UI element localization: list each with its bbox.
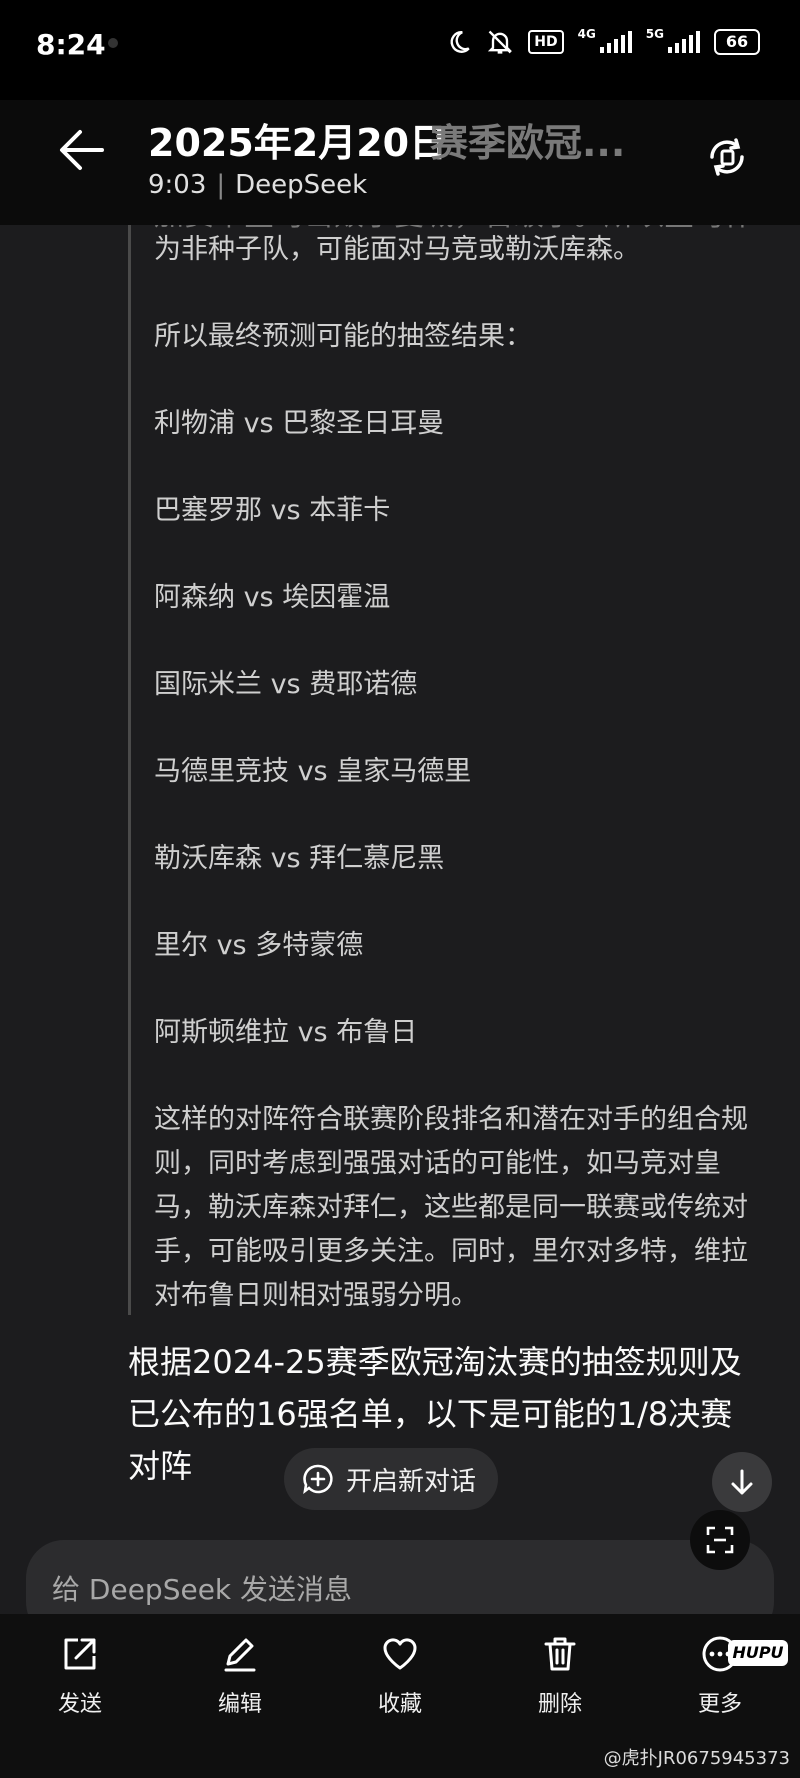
back-button[interactable] — [52, 120, 112, 180]
heart-icon — [383, 1638, 417, 1670]
conversation-source: DeepSeek — [235, 170, 368, 200]
conversation-time: 9:03 — [148, 170, 207, 200]
matchup-item: 阿森纳 vs 埃因霍温 — [154, 582, 391, 613]
network-type-1: 4G — [577, 27, 596, 41]
new-chat-icon — [303, 1464, 333, 1494]
edit-label: 编辑 — [217, 1692, 262, 1717]
matchup-item: 巴塞罗那 vs 本菲卡 — [154, 495, 391, 526]
rotate-icon — [710, 138, 744, 176]
delete-button[interactable]: 删除 — [480, 1634, 640, 1718]
network-type-2: 5G — [645, 27, 664, 41]
conversation-meta: 9:03 | DeepSeek — [148, 170, 368, 200]
hupu-logo: HUPU — [728, 1640, 788, 1666]
edit-button[interactable]: 编辑 — [160, 1634, 320, 1718]
thinking-quote-bar — [128, 225, 131, 1315]
more-label: 更多 — [697, 1692, 742, 1717]
mute-bell-icon — [486, 28, 514, 56]
status-time: 8:24 — [36, 28, 106, 61]
matchup-item: 利物浦 vs 巴黎圣日耳曼 — [154, 408, 445, 439]
share-icon — [64, 1638, 96, 1670]
favorite-label: 收藏 — [377, 1692, 422, 1717]
new-chat-label: 开启新对话 — [346, 1466, 477, 1497]
status-bar: 8:24 HD 4G 5G 66 — [0, 0, 800, 100]
matchup-item: 勒沃库森 vs 拜仁慕尼黑 — [154, 843, 445, 874]
notification-dot-icon — [108, 38, 118, 48]
scroll-to-bottom-button[interactable] — [712, 1452, 772, 1512]
matchup-item: 阿斯顿维拉 vs 布鲁日 — [154, 1017, 418, 1048]
hd-voice-badge: HD — [528, 30, 564, 54]
page-title: 2025年2月20日 — [148, 121, 448, 165]
thinking-block: 为非种子队，可能面对马竞或勒沃库森。 所以最终预测可能的抽签结果： 利物浦 vs… — [154, 228, 764, 1361]
trash-icon — [544, 1637, 576, 1671]
matchup-item: 马德里竞技 vs 皇家马德里 — [154, 756, 472, 787]
send-button[interactable]: 发送 — [0, 1634, 160, 1718]
pencil-icon — [224, 1638, 256, 1672]
matchup-list: 利物浦 vs 巴黎圣日耳曼 巴塞罗那 vs 本菲卡 阿森纳 vs 埃因霍温 国际… — [154, 402, 764, 1055]
thinking-lead: 所以最终预测可能的抽签结果： — [154, 321, 532, 352]
thinking-intro: 为非种子队，可能面对马竞或勒沃库森。 — [154, 234, 640, 265]
signal-strength-2-icon — [668, 31, 700, 53]
scan-button[interactable] — [690, 1510, 750, 1570]
moon-icon — [446, 29, 472, 55]
conversation-header: 2025年2月20日 赛季欧冠... 9:03 | DeepSeek — [0, 100, 800, 225]
page-title-overflow: 赛季欧冠... — [430, 121, 626, 165]
delete-label: 删除 — [537, 1692, 582, 1717]
battery-level: 66 — [714, 29, 760, 55]
favorite-button[interactable]: 收藏 — [320, 1634, 480, 1718]
message-input[interactable] — [50, 1560, 704, 1618]
matchup-item: 国际米兰 vs 费耶诺德 — [154, 669, 418, 700]
watermark-text: @虎扑JR0675945373 — [603, 1748, 790, 1769]
matchup-item: 里尔 vs 多特蒙德 — [154, 930, 364, 961]
signal-strength-1-icon — [599, 31, 632, 53]
send-label: 发送 — [57, 1692, 102, 1717]
screen-rotate-button[interactable] — [700, 130, 754, 184]
scan-icon — [706, 1526, 734, 1554]
arrow-down-icon — [731, 1469, 753, 1495]
thinking-conclusion: 这样的对阵符合联赛阶段排名和潜在对手的组合规则，同时考虑到强强对话的可能性，如马… — [154, 1104, 748, 1311]
arrow-left-icon — [60, 130, 104, 170]
status-icons: HD 4G 5G 66 — [446, 27, 760, 56]
new-chat-button[interactable]: 开启新对话 — [284, 1448, 499, 1510]
